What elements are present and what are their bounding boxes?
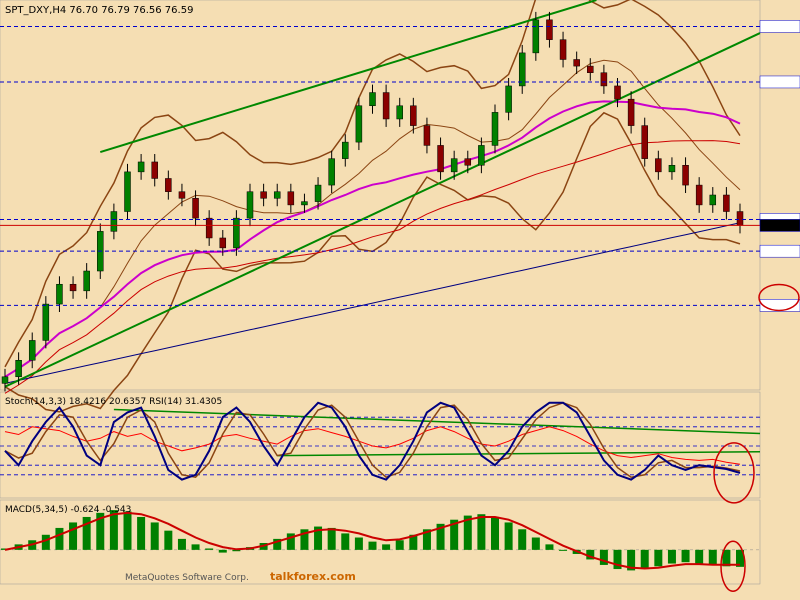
candle-body [287, 191, 295, 206]
candle-body [355, 105, 363, 143]
macd-histogram-bar [640, 549, 649, 570]
candle-body [627, 98, 635, 126]
candle-body [110, 211, 118, 232]
macd-histogram-bar [205, 548, 214, 550]
macd-histogram-bar [667, 549, 676, 564]
macd-histogram-bar [327, 527, 336, 550]
stoch-rsi-title: Stoch(14,3,3) 18.4216 20.6357 RSI(14) 31… [5, 397, 222, 407]
macd-histogram-bar [164, 530, 173, 550]
macd-histogram-bar [504, 522, 513, 550]
macd-histogram-bar [55, 527, 64, 550]
candle-body [505, 85, 512, 113]
candle-body [205, 217, 213, 239]
candle-body [28, 340, 36, 361]
macd-title: MACD(5,34,5) -0.624 -0.543 [5, 505, 131, 515]
candle-body [396, 105, 403, 120]
candle-body [124, 171, 131, 212]
candle-body [1, 376, 9, 384]
candle-body [192, 198, 199, 219]
macd-histogram-bar [545, 544, 554, 550]
stoch-panel [0, 391, 761, 499]
candle-body [314, 184, 322, 202]
macd-histogram-bar [491, 516, 499, 550]
candle-body [423, 125, 431, 146]
macd-histogram-bar [191, 544, 200, 550]
candle-body [178, 191, 186, 199]
price-panel [0, 0, 761, 391]
candle-body [682, 165, 689, 186]
macd-histogram-bar [395, 540, 404, 550]
macd-histogram-bar [123, 511, 132, 550]
candle-body [723, 194, 730, 212]
candle-body [219, 237, 227, 249]
candle-body [137, 161, 145, 173]
candle-body [641, 125, 648, 159]
candle-body [382, 92, 390, 120]
price-level-tag [759, 244, 800, 258]
macd-histogram-bar [518, 529, 527, 550]
candle-body [450, 158, 458, 173]
macd-histogram-bar [654, 549, 663, 567]
macd-histogram-bar [137, 516, 146, 550]
macd-histogram-bar [218, 549, 227, 553]
macd-histogram-bar [695, 549, 704, 564]
candle-body [491, 112, 499, 146]
candle-body [518, 52, 526, 87]
candle-body [342, 141, 349, 159]
candle-body [83, 270, 90, 292]
candle-body [273, 191, 281, 199]
candle-body [559, 39, 567, 60]
candle-body [655, 158, 662, 173]
macd-histogram-bar [382, 544, 391, 550]
candle-body [165, 178, 172, 192]
candle-body [478, 145, 485, 166]
price-level-tag [759, 219, 800, 232]
macd-histogram-bar [41, 534, 50, 550]
candle-body [246, 191, 254, 219]
price-level-tag [759, 75, 800, 89]
macd-histogram-bar [354, 537, 363, 550]
candle-body [573, 59, 580, 67]
candle-body [668, 165, 676, 173]
candle-body [587, 65, 594, 73]
candle-body [233, 217, 240, 249]
macd-histogram-bar [150, 522, 159, 550]
candle-body [69, 283, 77, 292]
candle-body [546, 19, 553, 40]
candle-body [614, 85, 621, 100]
macd-histogram-bar [341, 533, 350, 550]
trading-chart: SPT_DXY,H4 76.70 76.79 76.56 76.59 Stoch… [0, 0, 800, 593]
candle-body [15, 360, 22, 378]
candle-body [328, 158, 335, 186]
macd-histogram-bar [559, 549, 568, 551]
watermark-logo: talkforex.com [270, 570, 356, 583]
macd-histogram-bar [477, 514, 486, 550]
candle-body [151, 161, 158, 179]
macd-histogram-bar [531, 537, 540, 550]
candle-body [410, 105, 417, 126]
candle-body [600, 72, 608, 87]
candle-body [437, 145, 444, 173]
candle-body [42, 303, 50, 341]
candle-body [709, 194, 717, 206]
macd-histogram-bar [69, 522, 78, 550]
candle-body [464, 158, 472, 166]
price-chart-title: SPT_DXY,H4 76.70 76.79 76.56 76.59 [5, 5, 193, 16]
macd-histogram-bar [681, 549, 690, 563]
macd-histogram-bar [368, 541, 377, 550]
candle-body [369, 92, 376, 107]
macd-histogram-bar [177, 538, 186, 550]
candle-body [532, 19, 540, 54]
candle-body [695, 184, 703, 206]
candle-body [260, 191, 267, 199]
candle-body [301, 201, 308, 206]
candle-body [736, 211, 744, 226]
price-level-tag [759, 20, 800, 33]
watermark-text: MetaQuotes Software Corp. [125, 573, 249, 583]
macd-histogram-bar [708, 549, 717, 565]
candle-body [56, 283, 63, 305]
